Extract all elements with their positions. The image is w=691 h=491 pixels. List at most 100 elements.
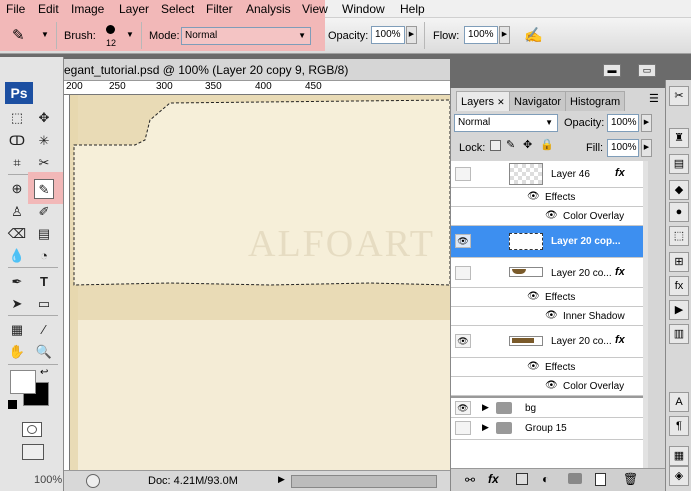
menu-analysis[interactable]: Analysis [246, 2, 291, 16]
preset-dropdown-arrow-icon[interactable]: ▼ [41, 30, 49, 39]
visibility-toggle[interactable]: 👁 [455, 401, 471, 415]
list-item[interactable]: 👁 Effects [451, 358, 643, 377]
dock-info-icon[interactable]: ▤ [669, 154, 689, 174]
effects-eye-icon[interactable]: 👁 [527, 191, 540, 202]
list-item[interactable]: 👁 Effects [451, 188, 643, 207]
dock-adjust-icon[interactable]: ⊞ [669, 252, 689, 272]
list-item[interactable]: 👁 Inner Shadow [451, 307, 643, 326]
mode-select[interactable]: Normal ▼ [181, 27, 311, 45]
marquee-tool-icon[interactable]: ⬚ [7, 108, 27, 128]
dock-layer-comps-icon[interactable]: ▦ [669, 446, 689, 466]
flow-input[interactable]: 100% [464, 26, 498, 44]
crop-tool-icon[interactable]: ⌗ [7, 153, 27, 173]
close-tab-icon[interactable]: ✕ [497, 97, 505, 107]
fill-arrow-icon[interactable]: ▶ [641, 139, 652, 157]
link-layers-icon[interactable]: ⚯ [465, 473, 475, 487]
document-canvas[interactable]: ALFOART [70, 95, 450, 470]
list-item[interactable]: 👁 Effects [451, 288, 643, 307]
tab-layers[interactable]: Layers ✕ [456, 91, 510, 111]
document-title-bar[interactable]: egant_tutorial.psd @ 100% (Layer 20 copy… [64, 59, 450, 81]
fx-badge[interactable]: fx [615, 334, 625, 346]
effect-eye-icon[interactable]: 👁 [545, 210, 558, 221]
lock-all-icon[interactable]: 🔒 [540, 138, 554, 151]
layers-opacity-arrow-icon[interactable]: ▶ [641, 114, 652, 132]
add-mask-icon[interactable] [516, 473, 528, 485]
fx-badge[interactable]: fx [615, 167, 625, 179]
visibility-toggle[interactable]: 👁 [455, 334, 471, 348]
list-item[interactable]: ▶ Group 15 [451, 418, 643, 440]
type-tool-icon[interactable]: T [34, 272, 54, 292]
dock-tools-icon[interactable]: ✂ [669, 86, 689, 106]
fx-badge[interactable]: fx [615, 266, 625, 278]
list-item[interactable]: Layer 20 co... fx [451, 258, 643, 288]
lock-transparency-icon[interactable] [490, 140, 501, 151]
foreground-color-swatch-top[interactable] [10, 370, 36, 394]
menu-image[interactable]: Image [71, 2, 104, 16]
horizontal-scrollbar[interactable] [291, 475, 437, 488]
list-item-selected[interactable]: 👁 Layer 20 cop... [451, 226, 643, 258]
slice-tool-icon[interactable]: ✂ [34, 153, 54, 173]
eraser-tool-icon[interactable]: ⌫ [7, 224, 27, 244]
flow-slider-arrow-icon[interactable]: ▶ [499, 26, 510, 44]
dock-color-icon[interactable]: ● [669, 202, 689, 222]
new-layer-icon[interactable] [595, 473, 606, 486]
new-group-icon[interactable] [568, 473, 582, 484]
layers-scrollbar[interactable] [643, 161, 648, 468]
list-item[interactable]: Layer 46 fx [451, 161, 643, 188]
fill-input[interactable]: 100% [607, 139, 639, 157]
tab-histogram[interactable]: Histogram [565, 91, 626, 111]
dodge-tool-icon[interactable]: ◔ [34, 246, 54, 266]
layers-opacity-input[interactable]: 100% [607, 114, 639, 132]
brush-dropdown-arrow-icon[interactable]: ▼ [126, 30, 134, 39]
lasso-tool-icon[interactable]: ↀ [7, 131, 27, 151]
dock-actions-icon[interactable]: ▶ [669, 300, 689, 320]
effects-eye-icon[interactable]: 👁 [527, 361, 540, 372]
pen-tool-icon[interactable]: ✒ [7, 272, 27, 292]
magic-wand-tool-icon[interactable]: ✳ [34, 131, 54, 151]
brush-tool-icon[interactable]: ✎ [34, 179, 54, 199]
menu-view[interactable]: View [302, 2, 328, 16]
swap-colors-icon[interactable]: ↩ [40, 367, 48, 378]
menu-select[interactable]: Select [161, 2, 194, 16]
status-arrow-icon[interactable]: ▶ [278, 474, 285, 485]
list-item[interactable]: 👁 Layer 20 co... fx [451, 326, 643, 358]
list-item[interactable]: 👁 Color Overlay [451, 207, 643, 226]
brush-tool-preset-icon[interactable]: ✎ [12, 26, 36, 44]
screen-mode-icon[interactable] [22, 444, 44, 460]
dock-3d-icon[interactable]: ◈ [669, 466, 689, 486]
brush-tip-icon[interactable] [106, 25, 115, 34]
effect-eye-icon[interactable]: 👁 [545, 310, 558, 321]
history-brush-tool-icon[interactable]: ✐ [34, 202, 54, 222]
path-selection-tool-icon[interactable]: ➤ [7, 294, 27, 314]
visibility-toggle[interactable] [455, 421, 471, 435]
menu-edit[interactable]: Edit [38, 2, 59, 16]
effects-eye-icon[interactable]: 👁 [527, 291, 540, 302]
default-colors-icon[interactable] [8, 400, 17, 409]
effect-eye-icon[interactable]: 👁 [545, 380, 558, 391]
menu-window[interactable]: Window [342, 2, 385, 16]
blend-mode-select[interactable]: Normal ▼ [454, 114, 558, 132]
airbrush-icon[interactable]: ✍ [524, 26, 546, 46]
menu-file[interactable]: File [6, 2, 25, 16]
clone-stamp-tool-icon[interactable]: ♙ [7, 202, 27, 222]
tab-navigator[interactable]: Navigator [509, 91, 567, 111]
dock-character-icon[interactable]: A [669, 392, 689, 412]
move-tool-icon[interactable]: ✥ [34, 108, 54, 128]
dock-brushes-icon[interactable]: ♜ [669, 128, 689, 148]
list-item[interactable]: 👁 Color Overlay [451, 377, 643, 396]
group-expand-icon[interactable]: ▶ [482, 402, 489, 413]
zoom-tool-icon[interactable]: 🔍 [34, 342, 54, 362]
dock-navigator-icon[interactable]: ◆ [669, 180, 689, 200]
menu-help[interactable]: Help [400, 2, 425, 16]
opacity-slider-arrow-icon[interactable]: ▶ [406, 26, 417, 44]
shape-tool-icon[interactable]: ▭ [34, 294, 54, 314]
add-style-icon[interactable]: fx [488, 472, 499, 486]
quick-mask-icon[interactable] [22, 422, 42, 437]
status-info-icon[interactable] [86, 474, 100, 488]
dock-history-icon[interactable]: ▥ [669, 324, 689, 344]
delete-layer-icon[interactable]: 🗑 [623, 472, 638, 486]
notes-tool-icon[interactable]: ▦ [7, 320, 27, 340]
layers-list[interactable]: Layer 46 fx 👁 Effects 👁 Color Overlay 👁 … [451, 161, 648, 468]
visibility-toggle[interactable] [455, 167, 471, 181]
doc-restore-button[interactable]: ▭ [638, 64, 656, 77]
